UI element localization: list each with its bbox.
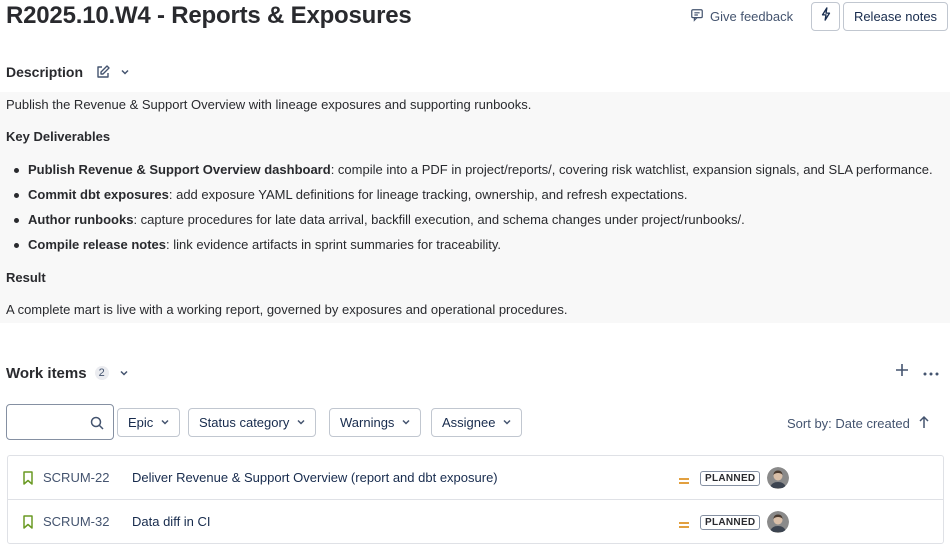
- deliverable-text: : capture procedures for late data arriv…: [133, 212, 745, 227]
- page-title: R2025.10.W4 - Reports & Exposures: [6, 2, 412, 29]
- give-feedback-label: Give feedback: [710, 8, 794, 24]
- priority-medium-icon: [678, 517, 690, 528]
- filter-epic[interactable]: Epic: [117, 408, 181, 437]
- give-feedback-button[interactable]: Give feedback: [690, 6, 793, 26]
- list-item: Commit dbt exposures: add exposure YAML …: [10, 187, 933, 212]
- deliverables-list: Publish Revenue & Support Overview dashb…: [10, 162, 933, 262]
- more-actions-button[interactable]: [920, 362, 942, 382]
- work-item-summary[interactable]: Deliver Revenue & Support Overview (repo…: [132, 470, 498, 485]
- avatar[interactable]: [767, 467, 789, 489]
- search-icon: [89, 415, 105, 431]
- description-intro: Publish the Revenue & Support Overview w…: [6, 97, 532, 112]
- table-row[interactable]: SCRUM-22 Deliver Revenue & Support Overv…: [8, 456, 943, 500]
- deliverable-text: : link evidence artifacts in sprint summ…: [166, 237, 501, 252]
- avatar[interactable]: [767, 511, 789, 533]
- chevron-down-icon[interactable]: [117, 366, 131, 380]
- search-input[interactable]: [13, 413, 89, 431]
- arrow-up-icon: [918, 415, 930, 432]
- list-item: Compile release notes: link evidence art…: [10, 237, 933, 262]
- description-body[interactable]: Publish the Revenue & Support Overview w…: [0, 92, 950, 323]
- deliverable-title: Commit dbt exposures: [28, 187, 169, 202]
- status-badge[interactable]: PLANNED: [700, 515, 761, 530]
- chevron-down-icon: [160, 415, 170, 430]
- chevron-down-icon: [502, 415, 512, 430]
- description-heading: Description: [6, 64, 84, 80]
- result-text: A complete mart is live with a working r…: [6, 302, 568, 317]
- filter-label: Assignee: [442, 415, 496, 430]
- feedback-icon: [690, 8, 704, 25]
- priority-medium-icon: [678, 473, 690, 484]
- filter-warnings[interactable]: Warnings: [329, 408, 422, 437]
- work-item-summary[interactable]: Data diff in CI: [132, 514, 211, 529]
- result-heading: Result: [6, 270, 46, 285]
- list-item: Author runbooks: capture procedures for …: [10, 212, 933, 237]
- work-item-key[interactable]: SCRUM-32: [43, 514, 109, 529]
- bookmark-icon: [22, 471, 34, 485]
- filter-label: Epic: [128, 415, 154, 430]
- search-field[interactable]: [6, 404, 114, 440]
- sort-button[interactable]: Sort by: Date created: [787, 414, 930, 432]
- work-item-key[interactable]: SCRUM-22: [43, 470, 109, 485]
- sort-label: Sort by: Date created: [787, 415, 910, 431]
- deliverable-title: Publish Revenue & Support Overview dashb…: [28, 162, 331, 177]
- work-items-count-badge: 2: [94, 366, 109, 380]
- more-horizontal-icon: [923, 363, 939, 381]
- add-work-item-button[interactable]: [892, 362, 912, 382]
- chevron-down-icon[interactable]: [118, 65, 132, 79]
- lightning-bolt-icon: [820, 7, 832, 26]
- work-items-heading: Work items: [6, 364, 87, 382]
- deliverable-text: : add exposure YAML definitions for line…: [168, 187, 688, 202]
- filter-status-category[interactable]: Status category: [188, 408, 317, 437]
- deliverable-title: Author runbooks: [28, 212, 134, 227]
- release-notes-button[interactable]: Release notes: [843, 2, 948, 31]
- filter-label: Warnings: [340, 415, 395, 430]
- deliverable-title: Compile release notes: [28, 237, 166, 252]
- chevron-down-icon: [296, 415, 306, 430]
- deliverable-text: : compile into a PDF in project/reports/…: [330, 162, 933, 177]
- description-header: Description: [6, 62, 132, 82]
- filter-label: Status category: [199, 415, 290, 430]
- deliverables-heading: Key Deliverables: [6, 129, 111, 144]
- chevron-down-icon: [401, 415, 411, 430]
- work-items-list: SCRUM-22 Deliver Revenue & Support Overv…: [7, 455, 944, 544]
- automation-button[interactable]: [811, 2, 840, 31]
- table-row[interactable]: SCRUM-32 Data diff in CI PLANNED: [8, 500, 943, 543]
- list-item: Publish Revenue & Support Overview dashb…: [10, 162, 933, 187]
- status-badge[interactable]: PLANNED: [700, 471, 761, 486]
- plus-icon: [895, 363, 909, 382]
- edit-icon[interactable]: [94, 63, 112, 81]
- bookmark-icon: [22, 515, 34, 529]
- filter-assignee[interactable]: Assignee: [431, 408, 523, 437]
- work-items-header: Work items 2: [6, 363, 131, 383]
